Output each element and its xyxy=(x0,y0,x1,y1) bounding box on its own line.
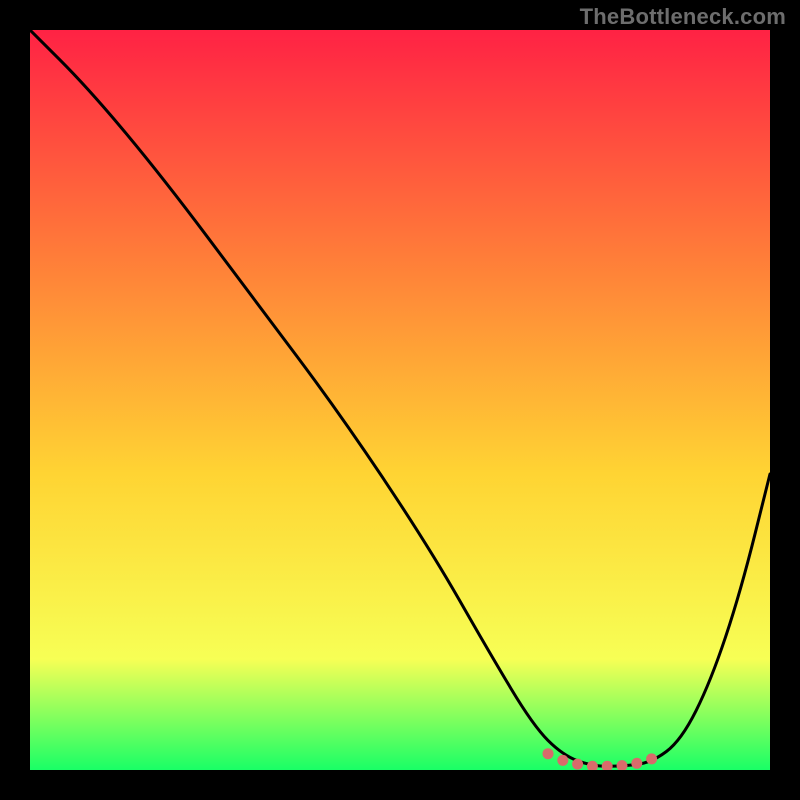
optimal-marker xyxy=(543,748,554,759)
plot-area xyxy=(30,30,770,770)
optimal-marker xyxy=(557,755,568,766)
chart-svg xyxy=(30,30,770,770)
chart-stage: TheBottleneck.com xyxy=(0,0,800,800)
watermark-text: TheBottleneck.com xyxy=(580,4,786,30)
optimal-marker xyxy=(631,758,642,769)
gradient-background xyxy=(30,30,770,770)
optimal-marker xyxy=(572,759,583,770)
optimal-marker xyxy=(646,753,657,764)
